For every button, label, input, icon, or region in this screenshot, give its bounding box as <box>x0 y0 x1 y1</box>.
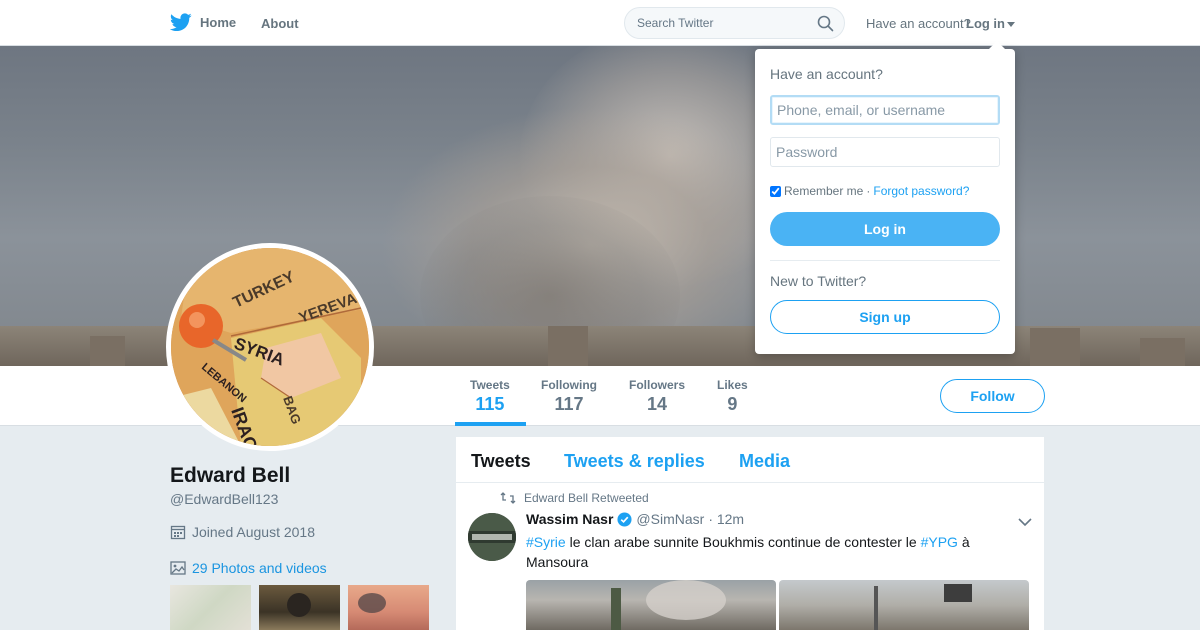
tweet-author-handle[interactable]: @SimNasr <box>636 511 704 527</box>
building <box>1140 338 1185 366</box>
stat-followers[interactable]: Followers 14 <box>629 378 685 415</box>
separator-dot: · <box>866 184 871 198</box>
chevron-down-icon[interactable] <box>1018 517 1032 527</box>
stat-tweets[interactable]: Tweets 115 <box>470 378 510 415</box>
tweet-media-image[interactable] <box>779 580 1029 630</box>
stat-label: Followers <box>629 378 686 392</box>
verified-badge-icon <box>617 511 632 527</box>
stat-value: 117 <box>554 394 584 414</box>
caret-down-icon <box>1007 22 1015 27</box>
profile-name[interactable]: Edward Bell <box>170 464 290 488</box>
hashtag-link[interactable]: #Syrie <box>526 534 566 550</box>
timeline-tabs: Tweets Tweets & replies Media <box>456 437 1044 483</box>
photo-thumbnail[interactable] <box>259 585 340 630</box>
nav-home-label: Home <box>200 15 237 30</box>
username-input[interactable] <box>770 95 1000 125</box>
nav-about[interactable]: About <box>261 16 299 31</box>
signup-button[interactable]: Sign up <box>770 300 1000 334</box>
follow-button[interactable]: Follow <box>940 379 1045 413</box>
tweet-header: Wassim Nasr @SimNasr · 12m <box>526 511 744 527</box>
stat-following[interactable]: Following 117 <box>541 378 597 415</box>
remember-me-label[interactable]: Remember me <box>784 184 863 198</box>
tab-media[interactable]: Media <box>739 451 790 472</box>
author-avatar-image <box>468 513 516 561</box>
hashtag-link[interactable]: #YPG <box>921 534 958 550</box>
stat-value: 115 <box>475 394 505 414</box>
tweet-text: #Syrie le clan arabe sunnite Boukhmis co… <box>526 532 996 572</box>
tweet-text-part: le clan arabe sunnite Boukhmis continue … <box>565 534 921 550</box>
dropdown-title: Have an account? <box>770 66 883 82</box>
building <box>548 326 588 366</box>
photos-videos-label: 29 Photos and videos <box>192 560 327 576</box>
retweeted-by-label[interactable]: Edward Bell Retweeted <box>524 491 649 505</box>
stat-label: Following <box>541 378 597 392</box>
login-dropdown: Have an account? Remember me · Forgot pa… <box>755 41 1015 354</box>
twitter-bird-icon <box>170 13 192 32</box>
avatar[interactable]: TURKEY YEREVAN SYRIA LEBANON IRAQ BAG <box>166 243 374 451</box>
stat-label: Tweets <box>470 378 510 392</box>
building <box>1030 328 1080 366</box>
tab-tweets[interactable]: Tweets <box>471 451 531 472</box>
top-navigation: Home About Have an account? Log in <box>0 0 1200 46</box>
new-to-twitter-text: New to Twitter? <box>770 273 867 289</box>
login-link-label: Log in <box>966 16 1005 31</box>
avatar-map-image: TURKEY YEREVAN SYRIA LEBANON IRAQ BAG <box>171 248 369 446</box>
login-dropdown-toggle[interactable]: Log in <box>966 16 1015 31</box>
tab-tweets-replies[interactable]: Tweets & replies <box>564 451 705 472</box>
have-account-text: Have an account? <box>866 16 971 31</box>
joined-date: Joined August 2018 <box>170 524 315 540</box>
retweet-context: Edward Bell Retweeted <box>500 491 649 505</box>
image-icon <box>170 561 186 575</box>
calendar-icon <box>170 525 186 540</box>
divider <box>770 260 1000 261</box>
tweet-author-avatar[interactable] <box>468 513 516 561</box>
search-box <box>624 7 845 39</box>
profile-handle[interactable]: @EdwardBell123 <box>170 491 278 507</box>
search-input[interactable] <box>625 8 805 38</box>
search-icon[interactable] <box>817 15 834 32</box>
remember-me-row: Remember me · Forgot password? <box>770 184 969 198</box>
photo-thumbnail[interactable] <box>348 585 429 630</box>
tweet-author-name[interactable]: Wassim Nasr <box>526 511 613 527</box>
joined-date-label: Joined August 2018 <box>192 524 315 540</box>
stat-likes[interactable]: Likes 9 <box>717 378 748 415</box>
login-button[interactable]: Log in <box>770 212 1000 246</box>
timeline: Tweets Tweets & replies Media Edward Bel… <box>456 437 1044 630</box>
building <box>90 336 125 366</box>
retweet-icon <box>500 492 516 504</box>
remember-me-checkbox[interactable] <box>770 185 781 197</box>
photo-thumbnail[interactable] <box>170 585 251 630</box>
forgot-password-link[interactable]: Forgot password? <box>873 184 969 198</box>
password-input[interactable] <box>770 137 1000 167</box>
photos-videos-link[interactable]: 29 Photos and videos <box>170 560 327 576</box>
stat-value: 14 <box>646 394 668 414</box>
stat-label: Likes <box>717 378 748 392</box>
tweet-timestamp[interactable]: · 12m <box>708 511 744 527</box>
stat-value: 9 <box>727 394 738 414</box>
nav-home[interactable]: Home <box>170 13 236 32</box>
tweet-media-image[interactable] <box>526 580 776 630</box>
active-stat-underline <box>455 422 526 426</box>
